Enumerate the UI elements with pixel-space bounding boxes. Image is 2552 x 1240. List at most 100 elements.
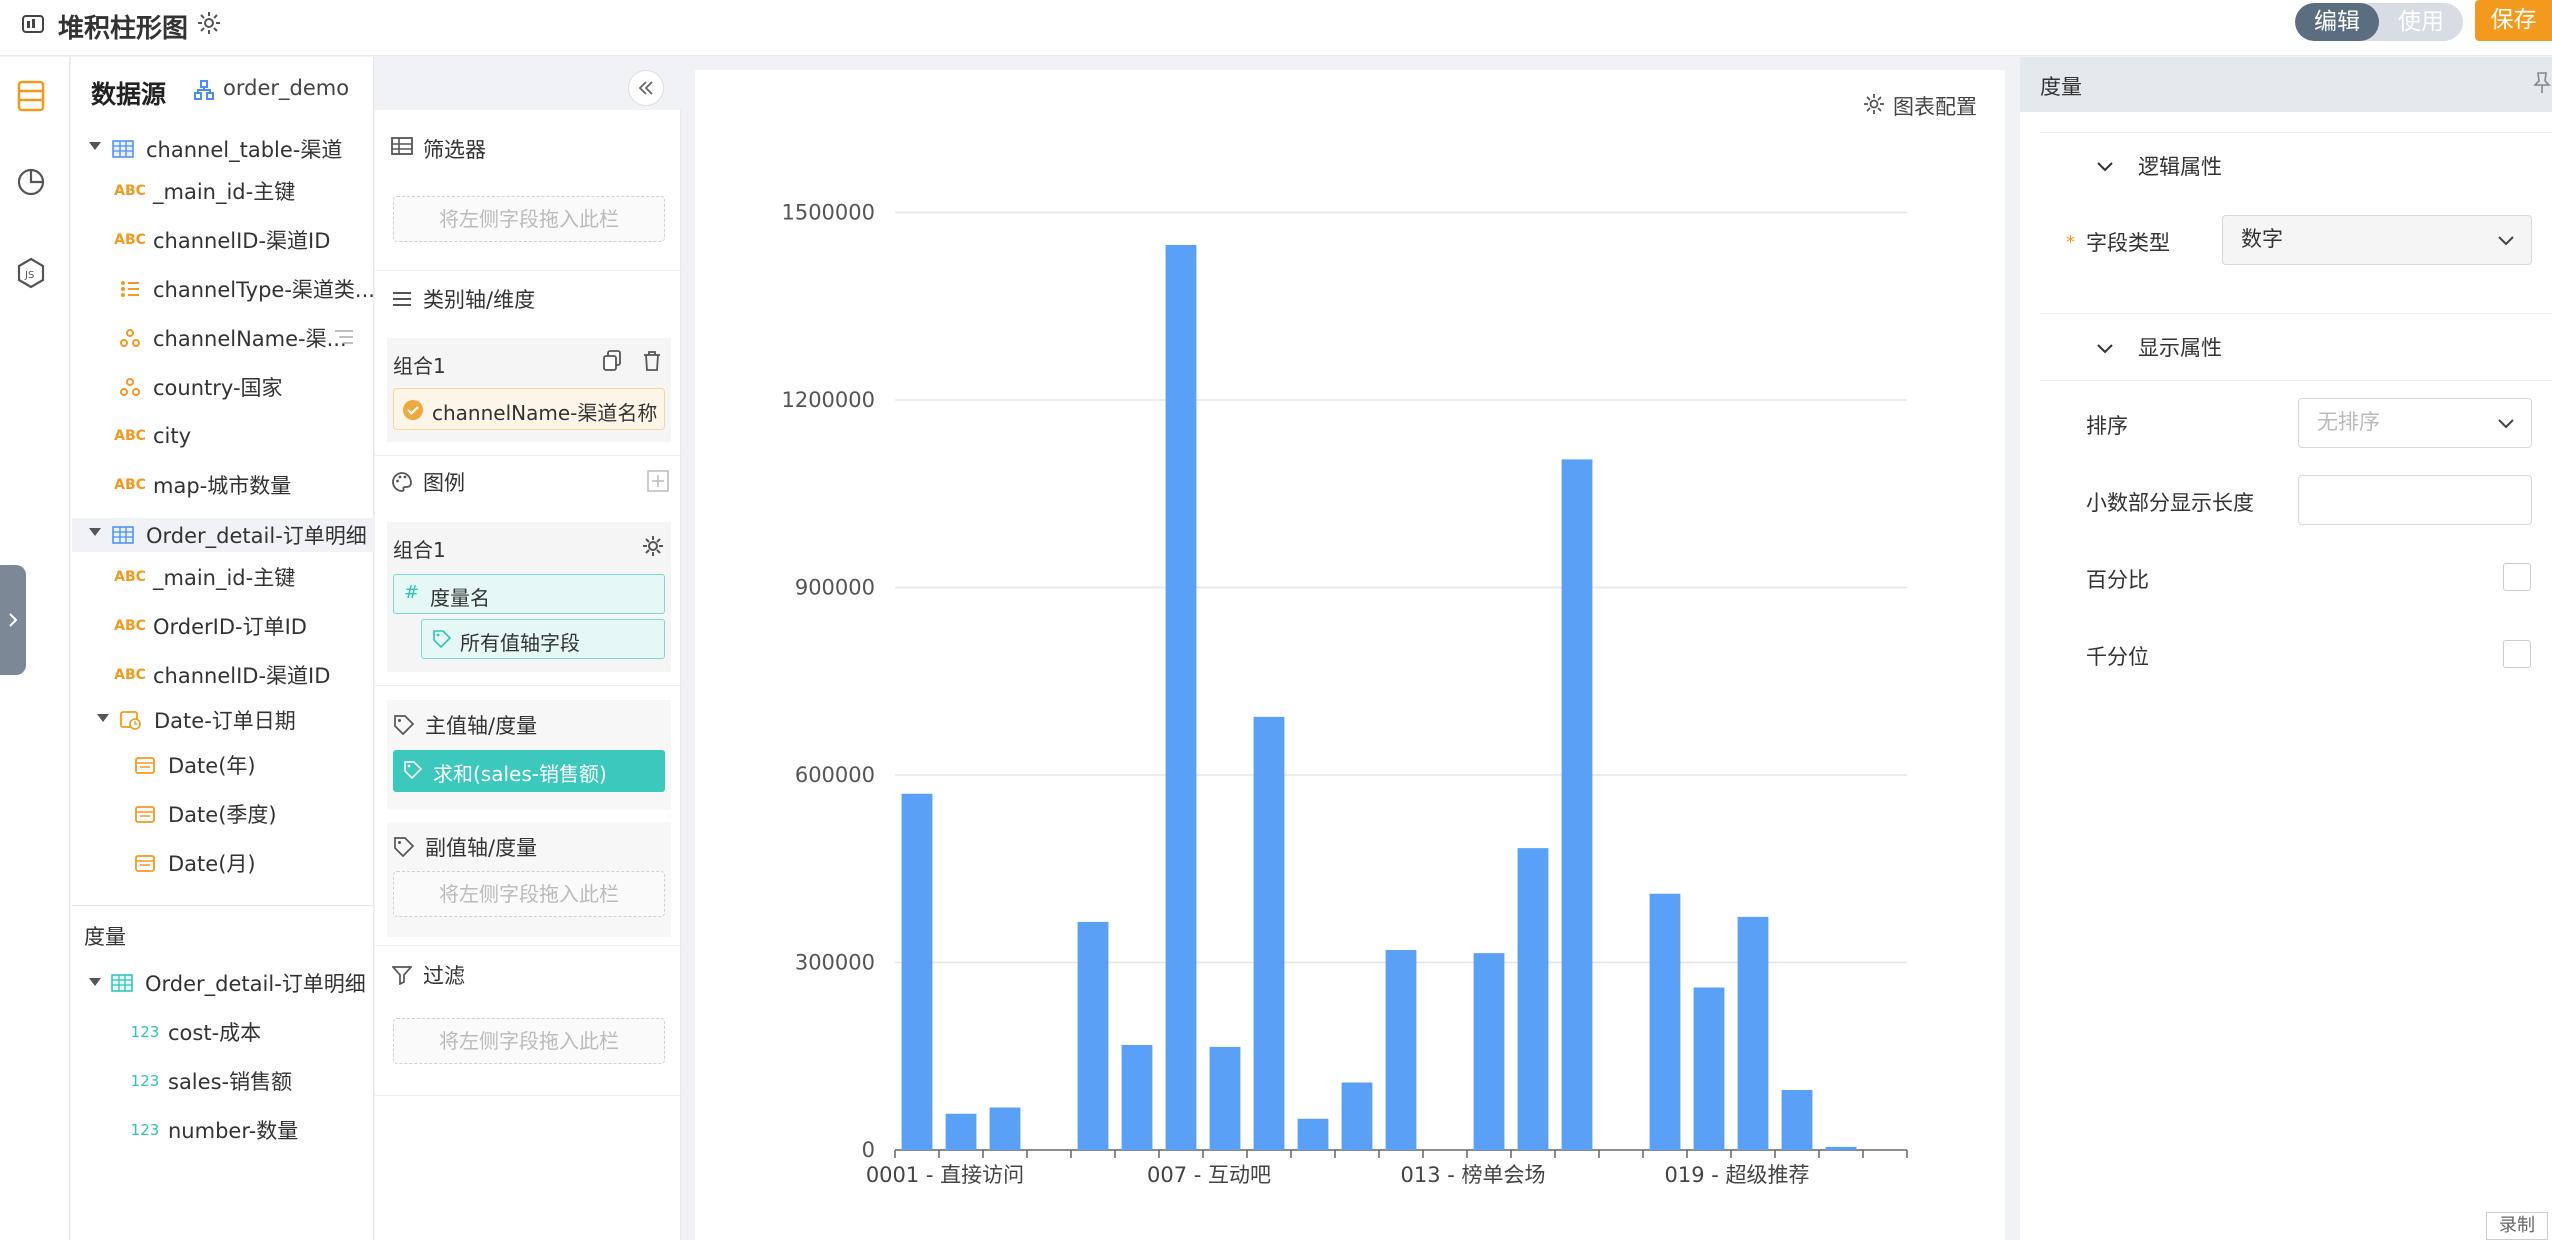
field-item[interactable]: ABC _main_id-主键 xyxy=(114,176,296,206)
category-section-title: 类别轴/维度 xyxy=(423,288,536,312)
category-field-chip[interactable]: channelName-渠道名称 xyxy=(393,388,665,430)
use-mode-button[interactable]: 使用 xyxy=(2379,3,2463,41)
field-item-icon xyxy=(115,280,145,298)
expand-arrow-icon[interactable] xyxy=(88,526,102,538)
bar xyxy=(1341,1082,1373,1150)
field-item[interactable]: channelName-渠... xyxy=(115,323,347,353)
measure-table-node-icon xyxy=(107,974,137,992)
y-tick-label: 300000 xyxy=(795,951,875,975)
funnel-icon xyxy=(392,965,412,985)
field-group-node-label: Date-订单日期 xyxy=(154,709,296,733)
bar xyxy=(945,1113,977,1150)
page-title: 堆积柱形图 xyxy=(58,14,189,44)
collapse-handle[interactable] xyxy=(0,565,26,675)
add-box-icon[interactable] xyxy=(647,470,669,492)
field-item[interactable]: ABC channelID-渠道ID xyxy=(114,225,331,255)
bar xyxy=(1297,1118,1329,1150)
sub-axis-drop-zone[interactable]: 将左侧字段拖入此栏 xyxy=(393,871,665,917)
x-tick-label: 013 - 榜单会场 xyxy=(1400,1163,1545,1187)
field-item[interactable]: ABC _main_id-主键 xyxy=(114,562,295,592)
measure-item-label: number-数量 xyxy=(168,1119,299,1143)
datasource-title: 数据源 xyxy=(91,80,167,109)
measure-table-node-label: Order_detail-订单明细 xyxy=(145,972,366,996)
copy-icon[interactable] xyxy=(602,350,622,372)
table-node[interactable]: Order_detail-订单明细 xyxy=(108,520,367,550)
legend-subfield-label: 所有值轴字段 xyxy=(460,631,580,655)
y-tick-label: 1200000 xyxy=(781,388,875,412)
collapse-panel-button[interactable] xyxy=(628,70,664,106)
field-item[interactable]: ABC OrderID-订单ID xyxy=(114,611,307,641)
field-item-icon: ABC xyxy=(114,183,146,199)
field-item[interactable]: channelType-渠道类... xyxy=(115,274,375,304)
field-item-icon xyxy=(115,329,145,347)
legend-subfield-chip[interactable]: 所有值轴字段 xyxy=(421,619,665,659)
chevron-down-icon[interactable] xyxy=(2094,155,2116,177)
bar xyxy=(1693,987,1725,1150)
pin-icon[interactable] xyxy=(2532,71,2552,95)
sort-label: 排序 xyxy=(2086,414,2128,438)
palette-icon xyxy=(391,471,413,493)
field-item-label: city xyxy=(153,424,192,448)
field-group-node[interactable]: Date-订单日期 xyxy=(116,705,296,735)
measure-item[interactable]: 123 number-数量 xyxy=(130,1115,299,1145)
field-item[interactable]: ABC map-城市数量 xyxy=(114,470,291,500)
chart-component-icon xyxy=(20,11,46,37)
field-item-icon: ABC xyxy=(114,618,146,634)
field-item[interactable]: country-国家 xyxy=(115,372,283,402)
chevron-down-icon xyxy=(2495,229,2517,251)
sort-select[interactable]: 无排序 xyxy=(2298,398,2532,448)
decimal-length-input[interactable] xyxy=(2298,475,2532,525)
datasource-name[interactable]: order_demo xyxy=(223,76,349,100)
bar xyxy=(1561,459,1593,1150)
bar xyxy=(1781,1090,1813,1150)
field-item[interactable]: Date(月) xyxy=(130,848,256,878)
field-item[interactable]: Date(年) xyxy=(130,750,256,780)
gear-icon[interactable] xyxy=(196,10,222,36)
save-button[interactable]: 保存 xyxy=(2475,0,2552,41)
gear-icon[interactable] xyxy=(641,534,665,558)
datasource-icon[interactable] xyxy=(16,79,46,113)
percent-checkbox[interactable] xyxy=(2503,563,2531,591)
field-item[interactable]: ABC city xyxy=(114,421,192,451)
filter2-drop-zone[interactable]: 将左侧字段拖入此栏 xyxy=(393,1018,665,1064)
bar xyxy=(1825,1146,1857,1150)
edit-mode-button[interactable]: 编辑 xyxy=(2295,3,2379,41)
measure-item[interactable]: 123 cost-成本 xyxy=(130,1017,261,1047)
expand-arrow-icon[interactable] xyxy=(88,976,102,988)
filter-drop-zone[interactable]: 将左侧字段拖入此栏 xyxy=(393,196,665,242)
x-tick-label: 007 - 互动吧 xyxy=(1147,1163,1271,1187)
field-item[interactable]: ABC channelID-渠道ID xyxy=(114,660,331,690)
field-item-label: channelID-渠道ID xyxy=(153,229,331,253)
thousands-checkbox[interactable] xyxy=(2503,640,2531,668)
field-item-label: channelID-渠道ID xyxy=(153,664,331,688)
expand-arrow-icon[interactable] xyxy=(96,712,110,724)
record-tag[interactable]: 录制 xyxy=(2486,1212,2548,1240)
bar xyxy=(1649,893,1681,1150)
measure-table-node[interactable]: Order_detail-订单明细 xyxy=(107,968,366,998)
js-script-icon[interactable]: JS xyxy=(16,257,46,289)
bar xyxy=(1473,953,1505,1150)
mode-toggle[interactable]: 编辑 使用 xyxy=(2295,3,2463,41)
bar xyxy=(1517,848,1549,1150)
measure-item[interactable]: 123 sales-销售额 xyxy=(130,1066,292,1096)
field-type-select[interactable]: 数字 xyxy=(2222,215,2532,265)
legend-field-chip[interactable]: # 度量名 xyxy=(393,574,665,614)
main-axis-field-chip[interactable]: 求和(sales-销售额) xyxy=(393,750,665,792)
y-tick-label: 0 xyxy=(862,1138,875,1162)
group-label: 组合1 xyxy=(393,354,446,378)
expand-arrow-icon[interactable] xyxy=(88,140,102,152)
display-section-title[interactable]: 显示属性 xyxy=(2138,332,2222,362)
percent-label: 百分比 xyxy=(2086,568,2149,592)
field-group-node-icon xyxy=(116,709,146,731)
measure-tag-icon xyxy=(432,629,452,649)
field-item[interactable]: Date(季度) xyxy=(130,799,277,829)
properties-header: 度量 xyxy=(2020,57,2552,112)
field-item-label: _main_id-主键 xyxy=(153,180,296,204)
chevron-down-icon[interactable] xyxy=(2094,337,2116,359)
main-axis-title: 主值轴/度量 xyxy=(425,714,538,738)
logic-section-title[interactable]: 逻辑属性 xyxy=(2138,151,2222,181)
field-item-label: OrderID-订单ID xyxy=(153,615,307,639)
pie-chart-icon[interactable] xyxy=(16,167,46,197)
table-node[interactable]: channel_table-渠道 xyxy=(108,134,342,164)
trash-icon[interactable] xyxy=(642,350,662,372)
